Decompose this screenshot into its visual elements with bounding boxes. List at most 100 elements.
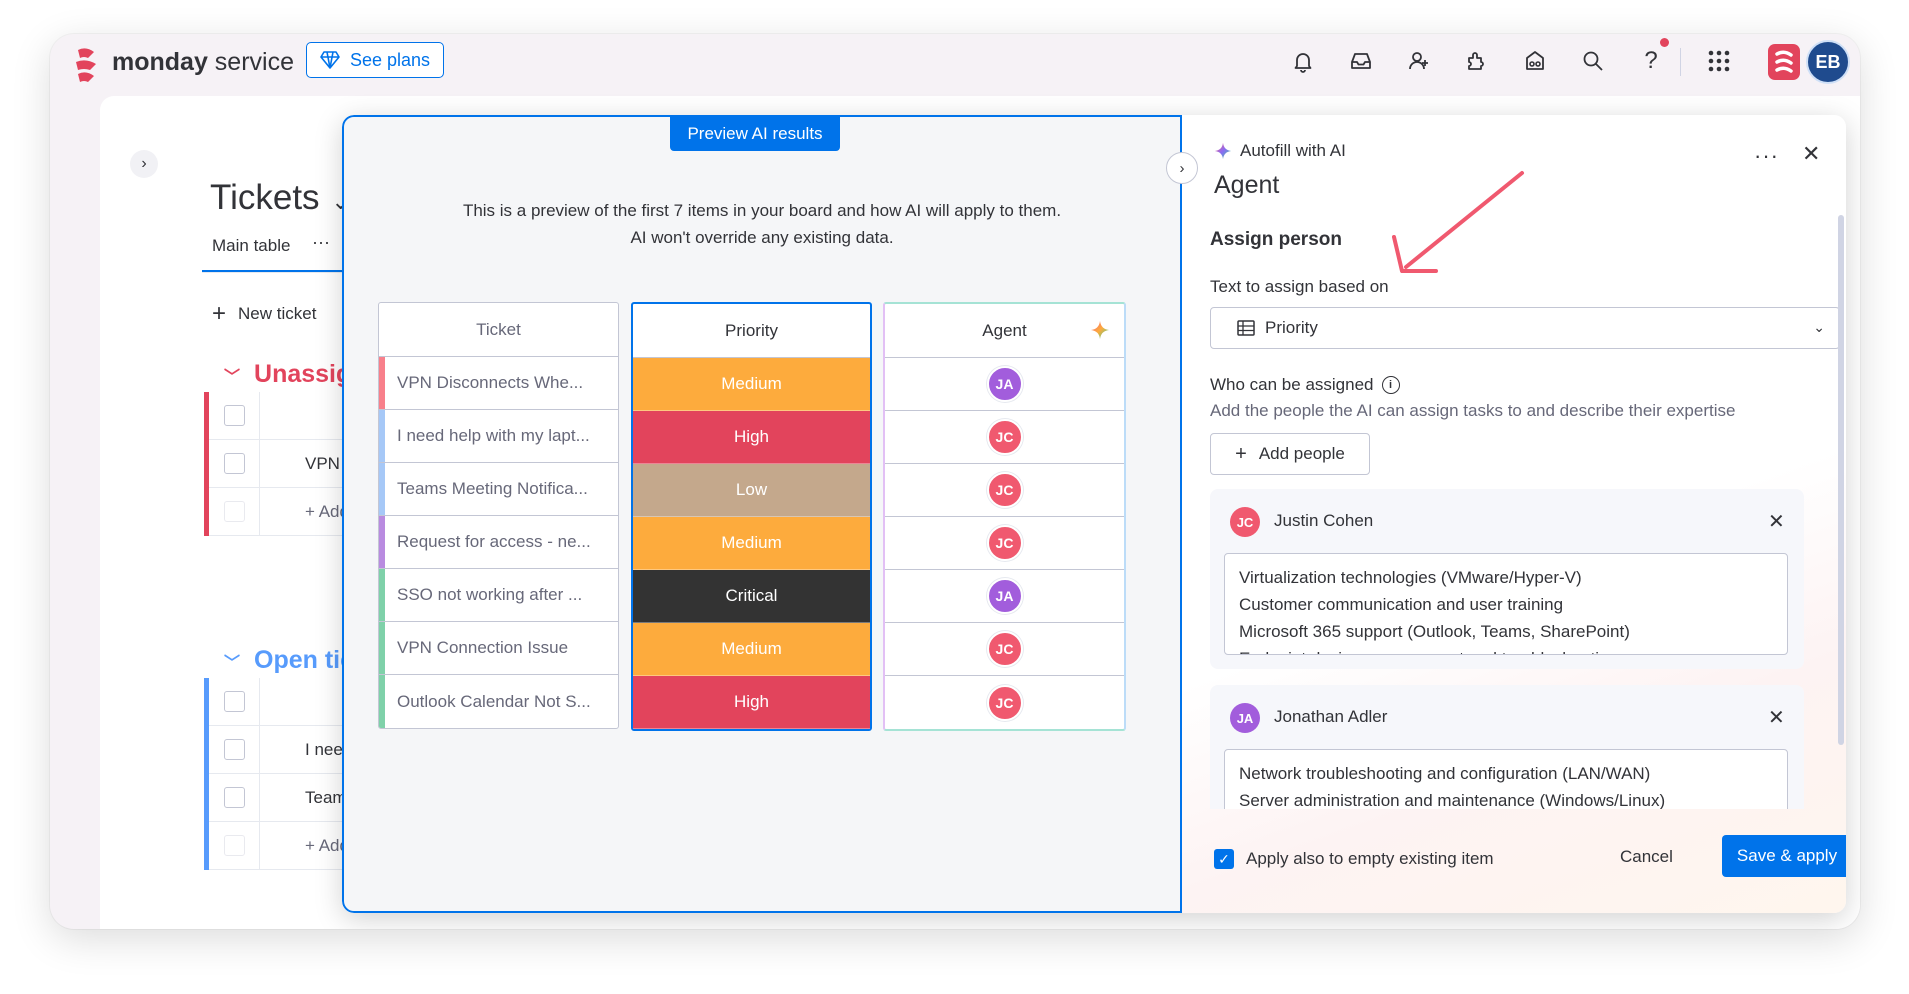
ai-autofill-modal: Preview AI results This is a preview of … (342, 115, 1846, 913)
expand-chevron-icon[interactable]: › (1166, 152, 1198, 184)
priority-status-cell: Medium (633, 623, 870, 676)
column-header-ticket: Ticket (379, 303, 618, 357)
search-icon[interactable] (1580, 48, 1606, 74)
help-icon[interactable]: ? (1638, 48, 1664, 74)
chevron-down-icon: ﹀ (224, 369, 241, 386)
plus-icon: + (1235, 442, 1247, 465)
ticket-cell: SSO not working after ... (379, 569, 618, 622)
inbox-icon[interactable] (1348, 48, 1374, 74)
remove-person-icon[interactable]: ✕ (1768, 705, 1785, 730)
preview-agent-column: Agent JA JC JC JC JA JC JC (883, 302, 1126, 731)
chevron-down-icon: ﹀ (224, 655, 241, 672)
more-options-icon[interactable]: ··· (1754, 143, 1779, 169)
ticket-cell: Outlook Calendar Not S... (379, 675, 618, 728)
plus-icon: + (212, 300, 227, 327)
add-people-button[interactable]: + Add people (1210, 433, 1370, 475)
apply-empty-checkbox[interactable]: ✓ (1214, 849, 1234, 869)
who-description: Add the people the AI can assign tasks t… (1210, 401, 1736, 420)
info-icon[interactable]: i (1381, 376, 1400, 394)
row-checkbox[interactable] (224, 739, 245, 760)
select-all-checkbox[interactable] (224, 691, 245, 712)
top-bar: monday service See plans ? EB (50, 34, 1860, 96)
agent-cell: JA (885, 570, 1124, 623)
apply-empty-label: Apply also to empty existing item (1246, 849, 1494, 868)
preview-badge: Preview AI results (670, 117, 840, 151)
section-title: Assign person (1210, 229, 1342, 250)
apps-grid-icon[interactable] (1706, 48, 1732, 74)
agent-avatar: JA (986, 366, 1023, 402)
invite-member-icon[interactable] (1406, 48, 1432, 74)
person-name: Justin Cohen (1274, 511, 1374, 530)
ticket-cell: Teams Meeting Notifica... (379, 463, 618, 516)
priority-status-cell: High (633, 411, 870, 464)
panel-title: Agent (1214, 171, 1280, 199)
save-apply-button[interactable]: Save & apply (1722, 835, 1846, 877)
preview-pane: Preview AI results This is a preview of … (342, 115, 1182, 913)
cancel-button[interactable]: Cancel (1620, 847, 1673, 867)
preview-ticket-column: Ticket VPN Disconnects Whe... I need help… (378, 302, 619, 729)
app-window: monday service See plans ? EB › Tickets … (50, 34, 1860, 929)
agent-avatar: JA (986, 578, 1023, 614)
close-icon[interactable]: ✕ (1802, 141, 1820, 167)
agent-cell: JC (885, 411, 1124, 464)
ticket-cell: I need help with my lapt... (379, 410, 618, 463)
agent-avatar: JC (986, 472, 1023, 508)
sidebar-expand-chevron-icon[interactable]: › (130, 150, 158, 178)
marketplace-icon[interactable] (1522, 48, 1548, 74)
ai-sparkle-icon (1091, 321, 1109, 339)
monday-logo-icon[interactable] (72, 44, 100, 84)
agent-avatar: JC (986, 525, 1023, 561)
panel-footer: ✓ Apply also to empty existing item Canc… (1182, 835, 1846, 913)
who-can-be-assigned-label: Who can be assigned i (1210, 375, 1400, 395)
column-header-priority: Priority (633, 304, 870, 358)
integrations-icon[interactable] (1464, 48, 1490, 74)
column-select-dropdown[interactable]: Priority ⌄ (1210, 307, 1840, 349)
agent-avatar: JC (986, 631, 1023, 667)
diamond-icon (320, 51, 340, 69)
panel-scrollbar[interactable] (1838, 215, 1844, 745)
person-card: JA Jonathan Adler ✕ Network troubleshoot… (1210, 685, 1804, 809)
column-header-agent: Agent (885, 304, 1124, 358)
chevron-down-icon: ⌄ (1813, 319, 1825, 335)
tab-main-table[interactable]: Main table (212, 236, 290, 256)
preview-priority-column: Priority Medium High Low Medium Critical Medi… (631, 302, 872, 731)
autofill-label: Autofill with AI (1214, 141, 1346, 161)
group-color-bar (379, 622, 385, 674)
brand-name: monday service (112, 48, 294, 76)
expertise-textarea[interactable]: Virtualization technologies (VMware/Hype… (1224, 553, 1788, 655)
agent-avatar: JC (986, 419, 1023, 455)
agent-cell: JC (885, 517, 1124, 570)
priority-status-cell: Medium (633, 358, 870, 411)
table-column-icon (1237, 320, 1255, 336)
ticket-cell: Request for access - ne... (379, 516, 618, 569)
expertise-textarea[interactable]: Network troubleshooting and configuratio… (1224, 749, 1788, 809)
group-color-bar (379, 357, 385, 409)
group-color-bar (379, 569, 385, 621)
board-title[interactable]: Tickets ⌄ (210, 178, 350, 218)
group-color-bar (379, 410, 385, 462)
person-list: JC Justin Cohen ✕ Virtualization technol… (1210, 489, 1820, 809)
new-ticket-button[interactable]: + New ticket (212, 300, 316, 328)
toolbar-divider (1680, 48, 1681, 76)
row-checkbox[interactable] (224, 453, 245, 474)
user-avatar[interactable]: EB (1806, 40, 1850, 84)
bell-icon[interactable] (1290, 48, 1316, 74)
priority-status-cell: Medium (633, 517, 870, 570)
field-label: Text to assign based on (1210, 277, 1389, 296)
service-app-logo-icon[interactable] (1768, 44, 1800, 80)
ticket-cell: VPN Connection Issue (379, 622, 618, 675)
active-tab-indicator (202, 270, 347, 272)
see-plans-button[interactable]: See plans (306, 42, 444, 78)
person-name: Jonathan Adler (1274, 707, 1388, 726)
agent-cell: JC (885, 464, 1124, 517)
remove-person-icon[interactable]: ✕ (1768, 509, 1785, 534)
agent-cell: JC (885, 676, 1124, 729)
select-all-checkbox[interactable] (224, 405, 245, 426)
priority-status-cell: High (633, 676, 870, 729)
group-color-bar (379, 463, 385, 515)
person-avatar: JA (1230, 703, 1260, 733)
agent-cell: JA (885, 358, 1124, 411)
priority-status-cell: Critical (633, 570, 870, 623)
tab-more-icon[interactable]: ··· (312, 232, 330, 253)
row-checkbox[interactable] (224, 787, 245, 808)
